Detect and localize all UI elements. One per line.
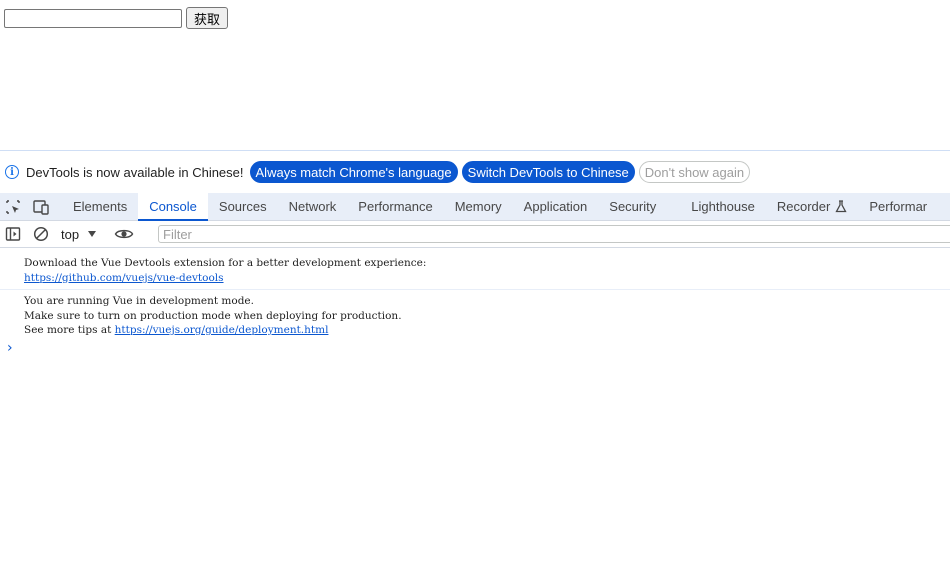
eye-icon[interactable] <box>114 226 134 242</box>
infobar-message: DevTools is now available in Chinese! <box>26 164 244 180</box>
tab-memory[interactable]: Memory <box>444 193 513 220</box>
devtools-panel: i DevTools is now available in Chinese! … <box>0 150 950 573</box>
console-prompt[interactable]: › <box>0 340 950 356</box>
console-output: Download the Vue Devtools extension for … <box>0 248 950 356</box>
tab-application[interactable]: Application <box>513 193 599 220</box>
console-text: See more tips at <box>24 324 115 336</box>
console-message: Download the Vue Devtools extension for … <box>0 248 950 290</box>
context-selector-label: top <box>61 226 80 242</box>
tab-recorder-label: Recorder <box>776 199 831 214</box>
tab-recorder[interactable]: Recorder <box>766 193 858 220</box>
dont-show-again-button[interactable]: Don't show again <box>638 161 751 183</box>
console-toolbar: top Filter <box>0 221 950 248</box>
chevron-down-icon <box>88 231 97 237</box>
clear-console-icon[interactable] <box>33 226 49 242</box>
info-icon: i <box>5 165 19 179</box>
console-message: You are running Vue in development mode.… <box>0 290 950 338</box>
tab-performance[interactable]: Performance <box>347 193 443 220</box>
tab-security[interactable]: Security <box>598 193 667 220</box>
console-text: Make sure to turn on production mode whe… <box>24 309 402 322</box>
web-page: 获取 <box>0 0 950 150</box>
tab-elements[interactable]: Elements <box>62 193 138 220</box>
vue-devtools-link[interactable]: https://github.com/vuejs/vue-devtools <box>24 272 224 284</box>
device-toolbar-icon[interactable] <box>32 199 49 215</box>
inspect-element-icon[interactable] <box>5 199 21 215</box>
vue-deployment-link[interactable]: https://vuejs.org/guide/deployment.html <box>115 324 329 336</box>
tab-lighthouse[interactable]: Lighthouse <box>680 193 766 220</box>
context-selector[interactable]: top <box>61 226 97 242</box>
tab-sources[interactable]: Sources <box>208 193 278 220</box>
filter-input[interactable]: Filter <box>158 225 950 243</box>
language-infobar: i DevTools is now available in Chinese! … <box>0 151 950 193</box>
get-button[interactable]: 获取 <box>186 7 228 29</box>
console-text: Download the Vue Devtools extension for … <box>24 257 427 269</box>
switch-to-chinese-button[interactable]: Switch DevTools to Chinese <box>461 161 635 183</box>
flask-icon <box>835 200 847 213</box>
tab-performance-insights[interactable]: Performar <box>858 193 927 220</box>
tab-console[interactable]: Console <box>138 193 208 221</box>
sidebar-toggle-icon[interactable] <box>5 226 21 242</box>
console-text: You are running Vue in development mode. <box>24 295 254 307</box>
always-match-language-button[interactable]: Always match Chrome's language <box>249 161 458 183</box>
tab-network[interactable]: Network <box>278 193 348 220</box>
devtools-tabbar: Elements Console Sources Network Perform… <box>0 193 950 221</box>
text-input[interactable] <box>4 9 182 28</box>
